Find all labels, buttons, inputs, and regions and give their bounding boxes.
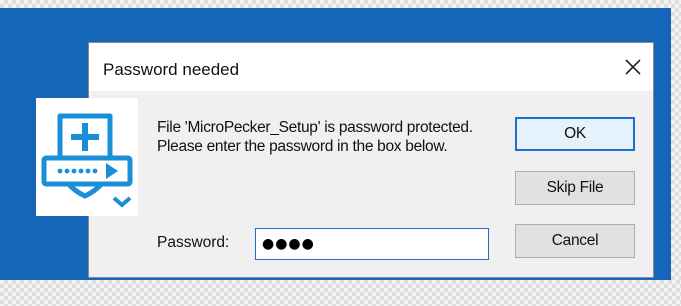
close-button[interactable] (619, 53, 647, 81)
dialog-message: File 'MicroPecker_Setup' is password pro… (157, 119, 473, 155)
background-bottom (0, 280, 681, 306)
background-right (671, 0, 681, 306)
ok-button[interactable]: OK (515, 117, 635, 151)
password-label: Password: (157, 234, 230, 251)
password-shield-icon (36, 98, 138, 216)
skip-file-button[interactable]: Skip File (515, 171, 635, 205)
close-icon (625, 59, 641, 75)
background-top (0, 0, 681, 8)
dialog-title: Password needed (103, 60, 240, 79)
cancel-button[interactable]: Cancel (515, 224, 635, 258)
password-input[interactable] (255, 228, 489, 260)
dialog-titlebar: Password needed (89, 43, 653, 91)
